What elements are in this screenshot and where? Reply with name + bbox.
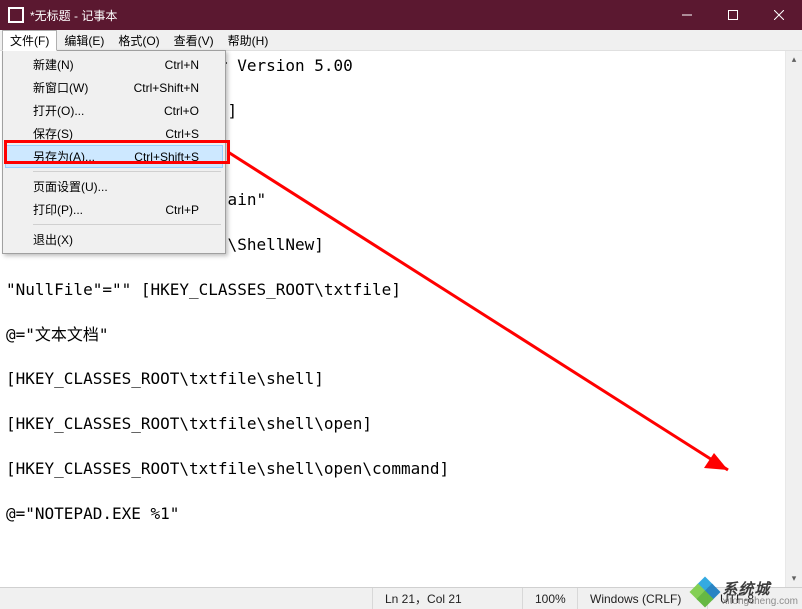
menu-save-as[interactable]: 另存为(A)... Ctrl+Shift+S [5, 145, 223, 168]
menubar: 文件(F) 编辑(E) 格式(O) 查看(V) 帮助(H) [0, 30, 802, 51]
menu-file[interactable]: 文件(F) [2, 30, 57, 51]
menu-page-setup[interactable]: 页面设置(U)... [5, 175, 223, 198]
menu-view[interactable]: 查看(V) [167, 30, 221, 50]
scroll-up-icon[interactable]: ▴ [786, 51, 802, 68]
app-icon [8, 7, 24, 23]
menu-save[interactable]: 保存(S) Ctrl+S [5, 122, 223, 145]
menu-print[interactable]: 打印(P)... Ctrl+P [5, 198, 223, 221]
menu-separator [33, 171, 221, 172]
statusbar: Ln 21，Col 21 100% Windows (CRLF) UTF-8 [0, 587, 802, 609]
menu-edit[interactable]: 编辑(E) [57, 30, 111, 50]
titlebar: *无标题 - 记事本 [0, 0, 802, 30]
menu-open[interactable]: 打开(O)... Ctrl+O [5, 99, 223, 122]
menu-format[interactable]: 格式(O) [111, 30, 166, 50]
vertical-scrollbar[interactable]: ▴ ▾ [785, 51, 802, 587]
file-menu-dropdown: 新建(N) Ctrl+N 新窗口(W) Ctrl+Shift+N 打开(O)..… [2, 50, 226, 254]
minimize-button[interactable] [664, 0, 710, 30]
menu-separator [33, 224, 221, 225]
status-zoom: 100% [522, 588, 577, 609]
window-title: *无标题 - 记事本 [30, 7, 117, 24]
watermark-logo-icon [692, 579, 718, 605]
maximize-button[interactable] [710, 0, 756, 30]
close-button[interactable] [756, 0, 802, 30]
watermark-text: 系统城 [722, 581, 770, 598]
menu-help[interactable]: 帮助(H) [221, 30, 276, 50]
menu-new[interactable]: 新建(N) Ctrl+N [5, 53, 223, 76]
watermark-subtext: xitongcheng.com [722, 597, 798, 607]
menu-exit[interactable]: 退出(X) [5, 228, 223, 251]
watermark: 系统城 xitongcheng.com [692, 577, 798, 607]
status-position: Ln 21，Col 21 [372, 588, 522, 609]
menu-new-window[interactable]: 新窗口(W) Ctrl+Shift+N [5, 76, 223, 99]
status-eol: Windows (CRLF) [577, 588, 707, 609]
